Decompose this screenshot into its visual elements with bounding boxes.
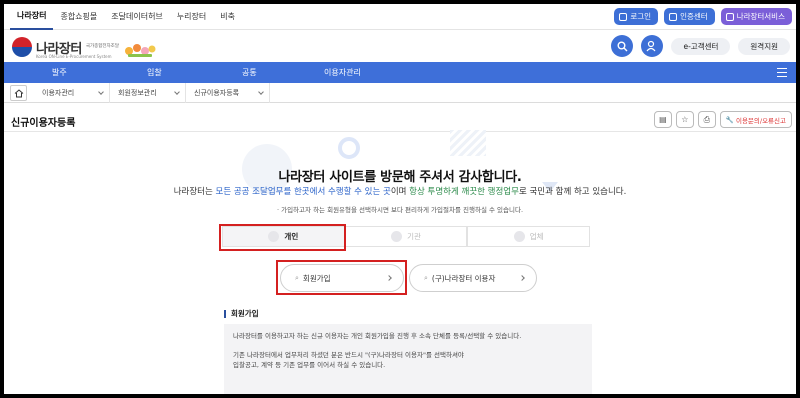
flowers-icon <box>125 44 156 57</box>
cert-label: 인증센터 <box>680 12 708 21</box>
top-utility-bar: 나라장터 종합쇼핑몰 조달데이터허브 누리장터 비축 로그인 인증센터 나라장터… <box>4 4 796 30</box>
welcome-text-e: 로 국민과 함께 하고 있습니다. <box>518 187 627 197</box>
search-button[interactable] <box>611 35 634 57</box>
legacy-user-button[interactable]: ⌕ (구)나라장터 이용자 <box>409 264 537 292</box>
topnav-stockpile[interactable]: 비축 <box>213 4 242 30</box>
welcome-heading: 나라장터 사이트를 방문해 주셔서 감사합니다. <box>278 170 522 185</box>
home-button[interactable] <box>10 85 27 101</box>
report-label: 이용문의/오류신고 <box>735 116 786 125</box>
highlight-box-individual <box>219 224 346 251</box>
info-box: 나라장터를 이용하고자 하는 신규 이용자는 개인 회원가입을 진행 후 소속 … <box>224 324 592 394</box>
print-button[interactable]: ⎙ <box>697 111 716 128</box>
login-label: 로그인 <box>630 12 652 21</box>
breadcrumb-level1[interactable]: 이용자관리 <box>34 83 110 103</box>
tab-institution-label: 기관 <box>407 232 421 241</box>
info-section-title: 회원가입 <box>224 310 259 318</box>
tab-company-label: 업체 <box>529 232 544 241</box>
browser-page: 나라장터 종합쇼핑몰 조달데이터허브 누리장터 비축 로그인 인증센터 나라장터… <box>4 4 796 394</box>
highlight-box-join <box>276 260 407 295</box>
divider <box>4 131 796 132</box>
join-icon: ⌕ <box>424 273 428 282</box>
services-label: 나라장터서비스 <box>736 12 785 21</box>
home-icon <box>14 88 23 97</box>
info-paragraph-2: 기존 나라장터에서 업무처리 하셨던 분은 반드시 "(구)나라장터 이용자"를… <box>233 351 464 359</box>
favorite-button[interactable]: ☆ <box>675 111 694 128</box>
printer-icon: ⎙ <box>703 114 711 124</box>
decoration-stripes <box>450 130 486 156</box>
menu-bidding[interactable]: 입찰 <box>147 67 162 78</box>
topnav-naramarket[interactable]: 나라장터 <box>10 4 54 30</box>
services-button[interactable]: 나라장터서비스 <box>720 8 792 25</box>
page-title: 신규이용자등록 <box>11 118 76 129</box>
login-icon <box>619 12 628 21</box>
chevron-right-icon <box>519 275 525 281</box>
tab-company[interactable]: 업체 <box>467 226 591 247</box>
welcome-guide: · 가입하고자 하는 회원유형을 선택하시면 보다 편리하게 가입절차를 진행하… <box>276 206 524 214</box>
breadcrumb-level2-label: 회원정보관리 <box>118 89 157 97</box>
info-paragraph-3: 입찰공고, 계약 등 기존 업무를 이어서 하실 수 있습니다. <box>233 361 386 369</box>
info-spacer <box>233 341 583 350</box>
breadcrumb-level2[interactable]: 회원정보관리 <box>110 83 186 103</box>
report-error-button[interactable]: 🔧 이용문의/오류신고 <box>719 111 792 128</box>
user-search-icon <box>647 40 656 52</box>
search-icon <box>617 41 628 51</box>
topnav-shopping-mall[interactable]: 종합쇼핑몰 <box>53 4 104 30</box>
main-menu: 발주 입찰 공통 이용자관리 <box>4 62 796 83</box>
welcome-description: 나라장터는 모든 공공 조달업무를 한곳에서 수행할 수 있는 곳이며 항상 투… <box>4 185 796 197</box>
member-search-button[interactable] <box>641 35 664 57</box>
menu-ordering[interactable]: 발주 <box>52 67 67 78</box>
remote-support-button[interactable]: 원격지원 <box>738 37 790 55</box>
welcome-text-b: 모든 공공 조달업무를 한곳에서 수행할 수 있는 곳 <box>215 187 391 197</box>
chevron-down-icon <box>98 89 104 95</box>
customer-center-button[interactable]: e-고객센터 <box>671 37 731 55</box>
menu-common[interactable]: 공통 <box>242 67 257 78</box>
login-button[interactable]: 로그인 <box>614 8 659 25</box>
star-icon: ☆ <box>681 115 689 124</box>
logo-subtitle: 국가종합전자조달 <box>85 44 119 49</box>
welcome-text-d: 항상 투명하게 깨끗한 행정업무 <box>409 187 519 197</box>
site-header: 나라장터 국가종합전자조달 Korea ON-Line E-Procuremen… <box>4 31 796 64</box>
briefcase-icon <box>513 231 525 242</box>
hamburger-menu-icon[interactable] <box>777 68 787 77</box>
breadcrumb-level3[interactable]: 신규이용자등록 <box>186 83 270 103</box>
topnav-data-hub[interactable]: 조달데이터허브 <box>104 4 170 30</box>
chevron-down-icon <box>258 89 264 95</box>
legacy-user-label: (구)나라장터 이용자 <box>431 273 496 283</box>
cert-center-button[interactable]: 인증센터 <box>664 8 715 25</box>
chevron-down-icon <box>174 89 180 95</box>
tab-institution[interactable]: 기관 <box>344 226 468 247</box>
welcome-text-a: 나라장터는 <box>173 187 216 197</box>
topnav-nuri-market[interactable]: 누리장터 <box>170 4 213 30</box>
wrench-icon: 🔧 <box>725 115 734 124</box>
logo-english: Korea ON-Line E-Procurement System <box>36 54 112 59</box>
welcome-text-c: 이며 <box>390 187 410 197</box>
info-paragraph-1: 나라장터를 이용하고자 하는 신규 이용자는 개인 회원가입을 진행 후 소속 … <box>233 332 522 340</box>
breadcrumb-level1-label: 이용자관리 <box>42 89 75 97</box>
government-emblem-icon <box>12 37 32 57</box>
document-icon: ▤ <box>659 115 667 124</box>
building-icon <box>391 231 403 242</box>
breadcrumb: 이용자관리 회원정보관리 신규이용자등록 <box>4 83 796 103</box>
shield-icon <box>669 12 678 21</box>
decoration-ring <box>338 137 360 159</box>
grid-icon <box>725 12 734 21</box>
menu-user-management[interactable]: 이용자관리 <box>324 67 361 78</box>
manual-button[interactable]: ▤ <box>653 111 672 128</box>
breadcrumb-level3-label: 신규이용자등록 <box>194 89 240 97</box>
site-switcher: 나라장터 종합쇼핑몰 조달데이터허브 누리장터 비축 <box>10 4 242 30</box>
